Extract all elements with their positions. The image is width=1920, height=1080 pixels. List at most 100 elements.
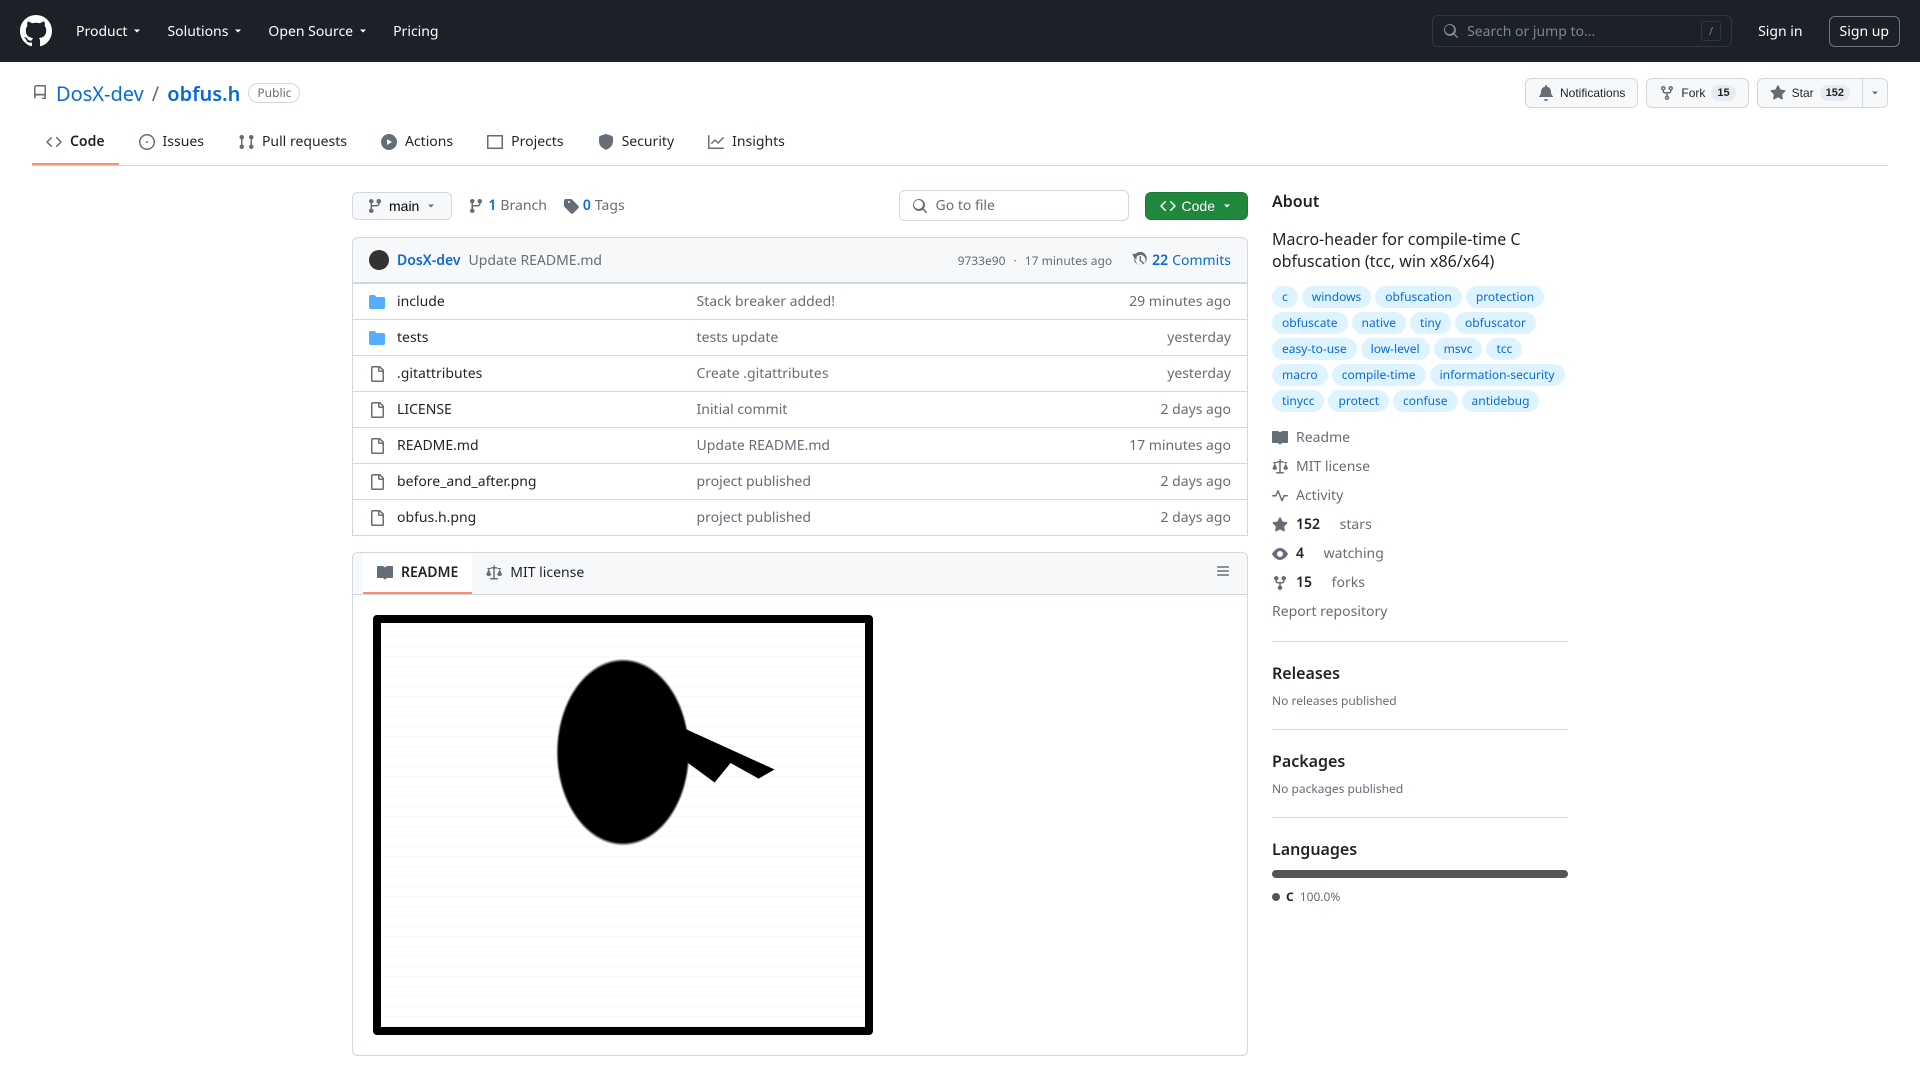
watching-link[interactable]: 4 watching <box>1272 544 1568 563</box>
file-name-link[interactable]: README.md <box>397 436 479 455</box>
topic-tag[interactable]: obfuscator <box>1455 312 1536 334</box>
readme-tab[interactable]: README <box>363 553 472 594</box>
releases-text: No releases published <box>1272 692 1568 709</box>
tab-actions[interactable]: Actions <box>367 124 467 165</box>
file-commit-msg[interactable]: project published <box>697 508 1081 527</box>
notifications-button[interactable]: Notifications <box>1525 78 1638 108</box>
file-commit-msg[interactable]: Create .gitattributes <box>697 364 1081 383</box>
tags-link[interactable]: 0 Tags <box>563 196 625 215</box>
goto-file-input[interactable]: Go to file <box>899 190 1129 221</box>
topic-tag[interactable]: windows <box>1302 286 1372 308</box>
file-name-link[interactable]: include <box>397 292 445 311</box>
nav-open-source[interactable]: Open Source <box>260 16 377 47</box>
search-icon <box>912 198 928 214</box>
sign-up-button[interactable]: Sign up <box>1829 16 1900 47</box>
tab-security[interactable]: Security <box>584 124 689 165</box>
global-search[interactable]: Search or jump to... / <box>1432 15 1732 47</box>
topic-tag[interactable]: obfuscation <box>1375 286 1462 308</box>
github-logo[interactable] <box>20 15 52 47</box>
releases-heading[interactable]: Releases <box>1272 662 1568 684</box>
file-commit-msg[interactable]: project published <box>697 472 1081 491</box>
topic-tag[interactable]: tcc <box>1486 338 1522 360</box>
file-commit-msg[interactable]: Stack breaker added! <box>697 292 1081 311</box>
file-name-link[interactable]: tests <box>397 328 428 347</box>
tab-projects[interactable]: Projects <box>473 124 577 165</box>
topic-tag[interactable]: protection <box>1466 286 1544 308</box>
topic-tag[interactable]: native <box>1352 312 1406 334</box>
report-link[interactable]: Report repository <box>1272 602 1568 621</box>
topic-tag[interactable]: low-level <box>1361 338 1430 360</box>
file-name-link[interactable]: obfus.h.png <box>397 508 476 527</box>
topic-tag[interactable]: easy-to-use <box>1272 338 1357 360</box>
file-commit-msg[interactable]: tests update <box>697 328 1081 347</box>
file-icon <box>369 438 385 454</box>
packages-heading[interactable]: Packages <box>1272 750 1568 772</box>
book-icon <box>1272 430 1288 446</box>
file-name-link[interactable]: .gitattributes <box>397 364 482 383</box>
topic-tag[interactable]: c <box>1272 286 1298 308</box>
search-icon <box>1443 23 1459 39</box>
repo-owner-link[interactable]: DosX-dev <box>56 80 144 107</box>
tab-issues[interactable]: Issues <box>125 124 218 165</box>
topic-tag[interactable]: compile-time <box>1332 364 1426 386</box>
file-row: includeStack breaker added!29 minutes ag… <box>353 283 1247 319</box>
star-menu-button[interactable] <box>1863 78 1888 108</box>
file-name-link[interactable]: LICENSE <box>397 400 452 419</box>
code-download-button[interactable]: Code <box>1145 192 1248 220</box>
nav-pricing[interactable]: Pricing <box>385 16 446 47</box>
file-name-link[interactable]: before_and_after.png <box>397 472 537 491</box>
topic-tag[interactable]: protect <box>1328 390 1389 412</box>
global-nav: Product Solutions Open Source Pricing <box>68 16 447 47</box>
branches-link[interactable]: 1 Branch <box>468 196 547 215</box>
tab-insights[interactable]: Insights <box>694 124 799 165</box>
about-section: About Macro-header for compile-time C ob… <box>1272 190 1568 621</box>
topic-tag[interactable]: confuse <box>1393 390 1458 412</box>
commits-link[interactable]: 22 Commits <box>1132 251 1231 270</box>
fork-count: 15 <box>1711 85 1735 101</box>
file-commit-msg[interactable]: Update README.md <box>697 436 1081 455</box>
nav-solutions[interactable]: Solutions <box>159 16 252 47</box>
chevron-down-icon <box>425 200 437 212</box>
language-dot <box>1272 893 1280 901</box>
activity-link[interactable]: Activity <box>1272 486 1568 505</box>
file-icon <box>369 510 385 526</box>
readme-link[interactable]: Readme <box>1272 428 1568 447</box>
topic-tag[interactable]: macro <box>1272 364 1328 386</box>
license-link[interactable]: MIT license <box>1272 457 1568 476</box>
topic-tag[interactable]: msvc <box>1434 338 1483 360</box>
nav-product[interactable]: Product <box>68 16 151 47</box>
repo-name-link[interactable]: obfus.h <box>167 80 240 107</box>
commit-sha[interactable]: 9733e90 <box>958 252 1006 269</box>
topic-tag[interactable]: antidebug <box>1462 390 1540 412</box>
visibility-badge: Public <box>248 83 300 103</box>
topic-tag[interactable]: obfuscate <box>1272 312 1348 334</box>
file-row: .gitattributesCreate .gitattributesyeste… <box>353 355 1247 391</box>
file-time: 2 days ago <box>1081 508 1231 527</box>
language-bar[interactable] <box>1272 870 1568 878</box>
topic-tag[interactable]: information-security <box>1430 364 1565 386</box>
star-icon <box>1770 85 1786 101</box>
license-tab[interactable]: MIT license <box>472 553 598 594</box>
topic-tag[interactable]: tiny <box>1410 312 1451 334</box>
repo-title-row: DosX-dev / obfus.h Public Notifications … <box>32 78 1888 108</box>
latest-commit: DosX-dev Update README.md 9733e90 · 17 m… <box>352 237 1248 283</box>
sign-in-link[interactable]: Sign in <box>1748 16 1812 47</box>
commit-message-link[interactable]: Update README.md <box>469 251 603 270</box>
list-icon <box>1215 563 1231 579</box>
star-button[interactable]: Star 152 <box>1757 78 1863 108</box>
fork-button[interactable]: Fork 15 <box>1646 78 1748 108</box>
file-time: yesterday <box>1081 328 1231 347</box>
forks-link[interactable]: 15 forks <box>1272 573 1568 592</box>
tab-pull-requests[interactable]: Pull requests <box>224 124 361 165</box>
branch-icon <box>468 198 484 214</box>
file-commit-msg[interactable]: Initial commit <box>697 400 1081 419</box>
avatar[interactable] <box>369 250 389 270</box>
tab-code[interactable]: Code <box>32 124 119 165</box>
toc-button[interactable] <box>1209 557 1237 590</box>
stars-link[interactable]: 152 stars <box>1272 515 1568 534</box>
folder-icon <box>369 294 385 310</box>
topic-tag[interactable]: tinycc <box>1272 390 1324 412</box>
branch-select-button[interactable]: main <box>352 192 452 220</box>
commit-author-link[interactable]: DosX-dev <box>397 251 461 270</box>
language-row[interactable]: C 100.0% <box>1272 888 1568 905</box>
